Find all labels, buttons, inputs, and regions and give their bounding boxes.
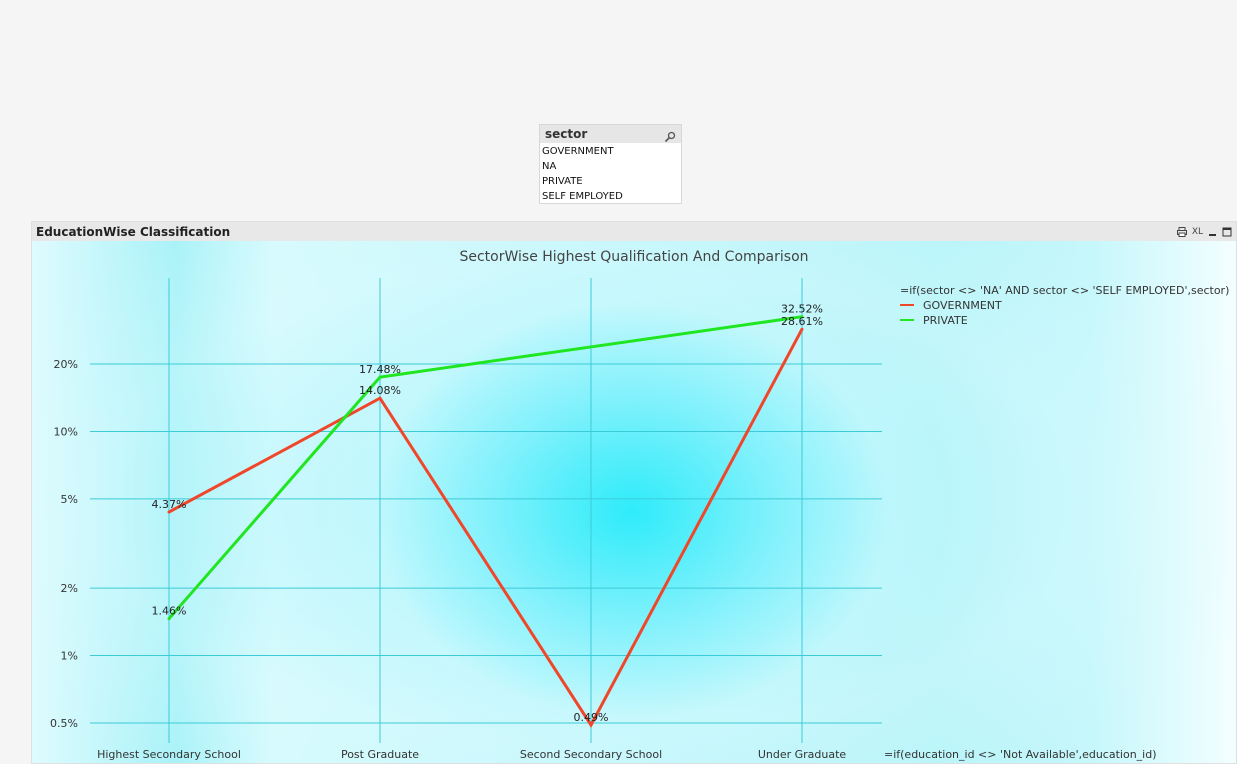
legend: =if(sector <> 'NA' AND sector <> 'SELF E… (900, 284, 1229, 327)
listbox-item-na[interactable]: NA (540, 159, 681, 174)
data-label-government: 28.61% (781, 315, 823, 328)
listbox-title: sector (545, 127, 588, 141)
search-icon[interactable] (664, 128, 676, 143)
data-label-private: 17.48% (359, 363, 401, 376)
listbox-header[interactable]: sector (540, 125, 681, 143)
minimize-icon[interactable] (1208, 227, 1217, 237)
data-label-government: 14.08% (359, 384, 401, 397)
y-tick-label: 0.5% (50, 717, 78, 730)
x-tick-label: Post Graduate (341, 748, 419, 761)
data-label-private: 1.46% (152, 605, 187, 618)
x-tick-label: Second Secondary School (520, 748, 662, 761)
x-tick-label: Highest Secondary School (97, 748, 241, 761)
legend-label-government: GOVERNMENT (923, 299, 1002, 312)
chart-panel: EducationWise Classification XL SectorWi… (31, 221, 1237, 764)
y-tick-label: 5% (61, 493, 78, 506)
data-label-government: 0.49% (574, 711, 609, 724)
series-line-government (168, 328, 804, 728)
line-chart: SectorWise Highest Qualification And Com… (50, 249, 1229, 761)
listbox-items: GOVERNMENT NA PRIVATE SELF EMPLOYED (540, 143, 681, 204)
export-xl-button[interactable]: XL (1192, 227, 1203, 237)
data-label-government: 4.37% (152, 498, 187, 511)
chart-area: SectorWise Highest Qualification And Com… (32, 241, 1236, 763)
sector-listbox[interactable]: sector GOVERNMENT NA PRIVATE SELF EMPLOY… (539, 124, 682, 204)
maximize-icon[interactable] (1222, 227, 1232, 237)
chart-panel-header[interactable]: EducationWise Classification XL (32, 222, 1236, 241)
legend-label-private: PRIVATE (923, 314, 968, 327)
y-tick-label: 10% (54, 425, 78, 438)
listbox-item-private[interactable]: PRIVATE (540, 174, 681, 189)
series-line-private (167, 315, 803, 620)
listbox-item-self-employed[interactable]: SELF EMPLOYED (540, 189, 681, 204)
chart-panel-title: EducationWise Classification (36, 224, 231, 239)
x-axis-title: =if(education_id <> 'Not Available',educ… (884, 748, 1157, 761)
data-label-private: 32.52% (781, 303, 823, 316)
printer-icon[interactable] (1176, 226, 1187, 237)
legend-title: =if(sector <> 'NA' AND sector <> 'SELF E… (900, 284, 1229, 297)
header-controls: XL (1176, 226, 1232, 237)
x-tick-label: Under Graduate (758, 748, 847, 761)
y-tick-label: 1% (61, 650, 78, 663)
y-tick-label: 2% (61, 582, 78, 595)
listbox-item-government[interactable]: GOVERNMENT (540, 144, 681, 159)
y-tick-label: 20% (54, 358, 78, 371)
chart-title: SectorWise Highest Qualification And Com… (459, 249, 808, 265)
